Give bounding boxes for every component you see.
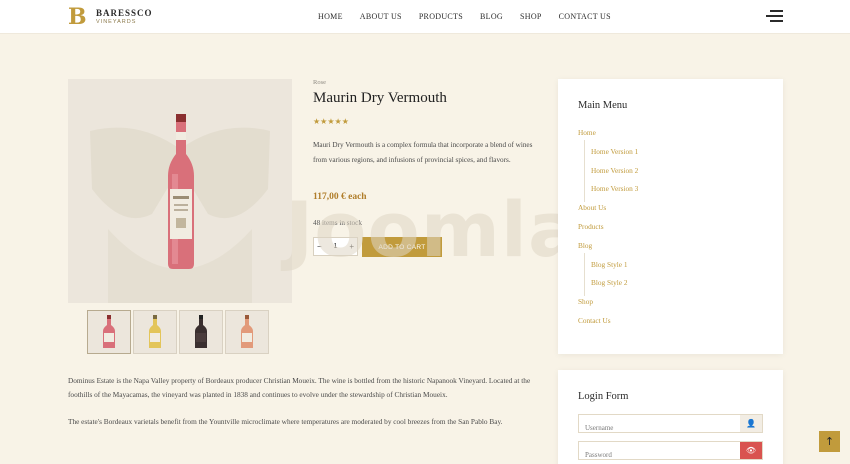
menu-item-blog-style-1[interactable]: Blog Style 1 (578, 252, 768, 278)
wine-bottle-image (90, 114, 270, 303)
main-menu-list: Home Home Version 1 Home Version 2 Home … (578, 127, 768, 334)
logo-text: BARESSCO VINEYARDS (96, 7, 153, 26)
site-header: B BARESSCO VINEYARDS HOME ABOUT US PRODU… (0, 0, 850, 34)
thumbnail-white[interactable] (133, 310, 177, 354)
menu-item-contact-us[interactable]: Contact Us (578, 315, 768, 334)
stock-status: 48 items in stock (313, 219, 362, 227)
main-menu-card: Main Menu Home Home Version 1 Home Versi… (558, 79, 783, 354)
logo[interactable]: B BARESSCO VINEYARDS (68, 6, 153, 28)
nav-shop[interactable]: SHOP (520, 12, 542, 21)
main-nav: HOME ABOUT US PRODUCTS BLOG SHOP CONTACT… (318, 12, 628, 21)
username-field: 👤 (578, 414, 763, 437)
product-price: 117,00 € each (313, 192, 367, 202)
nav-blog[interactable]: BLOG (480, 12, 503, 21)
product-long-description: Dominus Estate is the Napa Valley proper… (68, 374, 543, 442)
nav-about-us[interactable]: ABOUT US (360, 12, 402, 21)
user-icon: 👤 (740, 415, 762, 432)
menu-item-home[interactable]: Home (578, 127, 768, 146)
add-to-cart-button[interactable]: ADD TO CART (362, 237, 442, 257)
thumbnail-strip (87, 310, 269, 354)
menu-item-products[interactable]: Products (578, 221, 768, 240)
description-paragraph: The estate's Bordeaux varietals benefit … (68, 417, 503, 426)
main-menu-title: Main Menu (578, 100, 628, 111)
description-paragraph: Dominus Estate is the Napa Valley proper… (68, 376, 531, 399)
product-category[interactable]: Rose (313, 79, 326, 86)
menu-item-blog[interactable]: Blog (578, 240, 768, 259)
product-short-description: Mauri Dry Vermouth is a complex formula … (313, 141, 533, 164)
brand-name: BARESSCO (96, 7, 153, 18)
menu-item-about-us[interactable]: About Us (578, 202, 768, 221)
rating-stars: ★★★★★ (313, 117, 349, 126)
menu-item-home-version-3[interactable]: Home Version 3 (578, 177, 768, 202)
menu-item-blog-style-2[interactable]: Blog Style 2 (578, 271, 768, 296)
eye-icon[interactable]: 👁 (740, 442, 762, 459)
password-field: 👁 (578, 441, 763, 464)
hamburger-icon[interactable] (766, 10, 783, 23)
qty-plus-button[interactable]: + (349, 242, 354, 251)
nav-home[interactable]: HOME (318, 12, 343, 21)
brand-sub: VINEYARDS (96, 18, 137, 25)
nav-contact-us[interactable]: CONTACT US (559, 12, 611, 21)
menu-item-shop[interactable]: Shop (578, 296, 768, 315)
quantity-stepper: − 1 + (313, 237, 358, 256)
thumbnail-red[interactable] (179, 310, 223, 354)
product-main-image[interactable] (68, 79, 292, 303)
qty-input[interactable]: 1 (334, 243, 338, 250)
product-title: Maurin Dry Vermouth (313, 90, 447, 106)
qty-minus-button[interactable]: − (317, 242, 322, 251)
thumbnail-rose[interactable] (87, 310, 131, 354)
arrow-up-icon[interactable]: ↑ (819, 431, 840, 452)
nav-products[interactable]: PRODUCTS (419, 12, 463, 21)
menu-item-home-version-1[interactable]: Home Version 1 (578, 139, 768, 165)
username-input[interactable] (579, 419, 739, 437)
thumbnail-rose-2[interactable] (225, 310, 269, 354)
menu-item-home-version-2[interactable]: Home Version 2 (578, 158, 768, 184)
logo-mark: B (68, 4, 87, 30)
login-form-card: Login Form 👤 👁 (558, 370, 783, 464)
password-input[interactable] (579, 446, 739, 464)
login-form-title: Login Form (578, 391, 629, 402)
